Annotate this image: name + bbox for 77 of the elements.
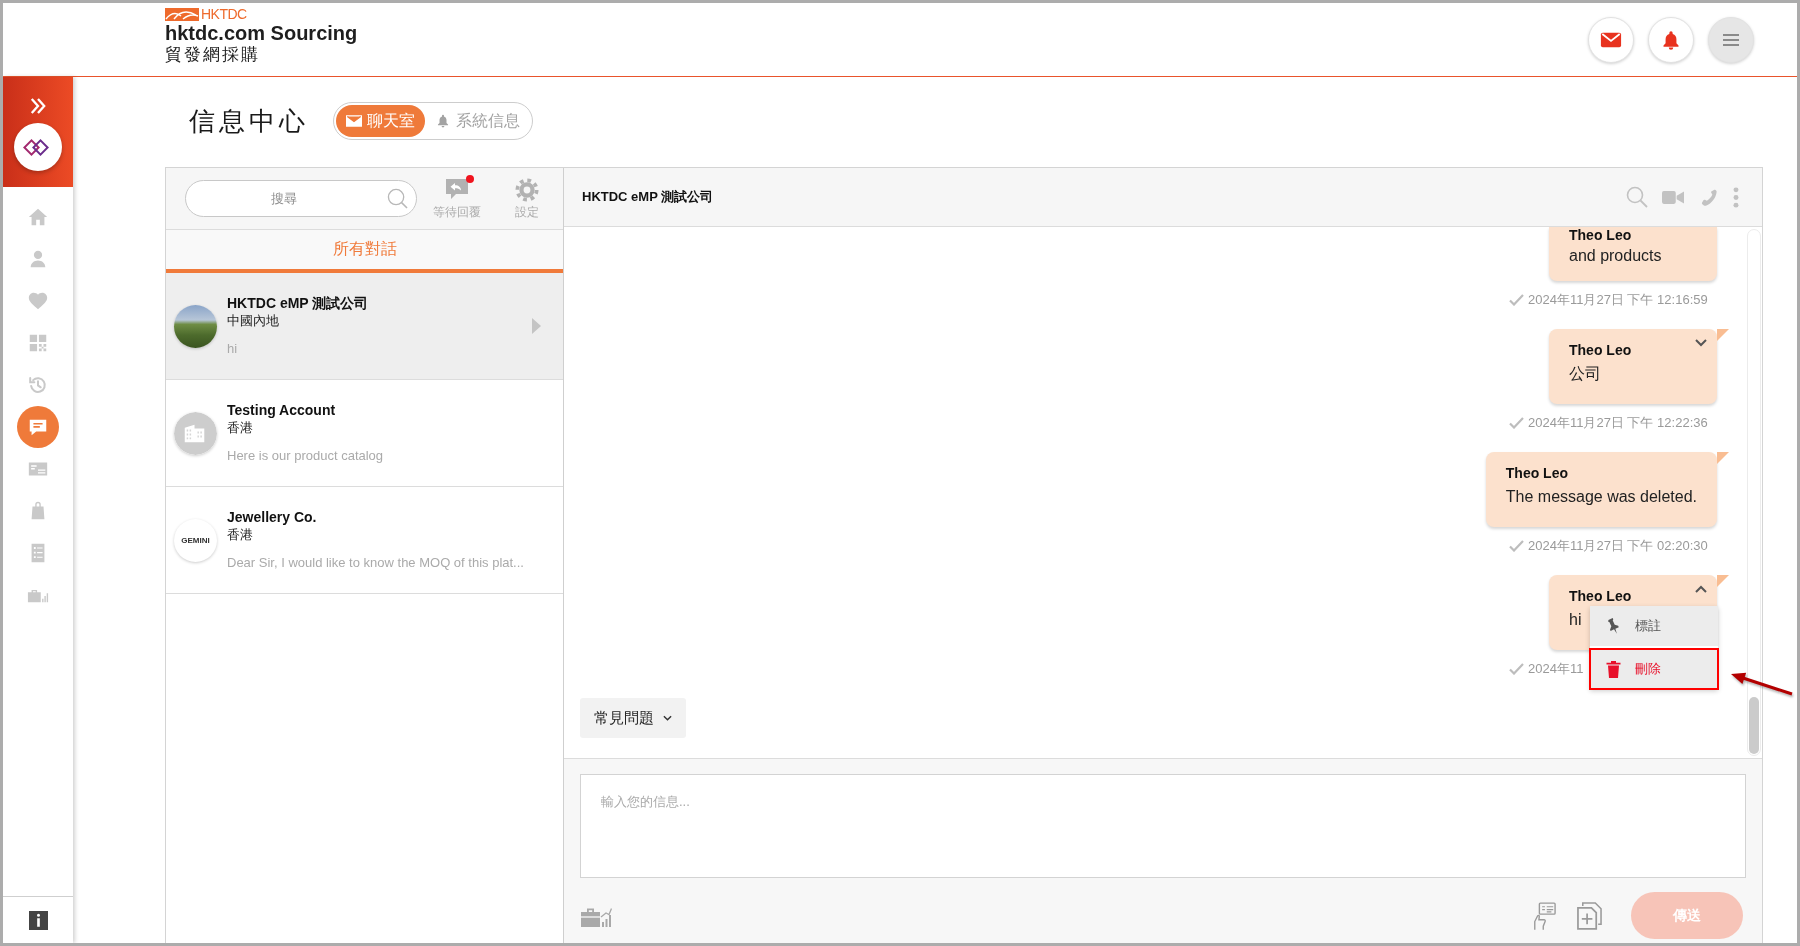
message-text: 公司 bbox=[1569, 364, 1601, 384]
pushpin-icon bbox=[1606, 617, 1621, 635]
copy-plus-icon bbox=[1577, 901, 1602, 930]
tab[interactable]: 聊天室 bbox=[336, 105, 425, 137]
contact-name: HKTDC eMP 測試公司 bbox=[227, 294, 369, 312]
history-icon bbox=[27, 374, 49, 396]
sender-name: Theo Leo bbox=[1569, 341, 1632, 359]
message-options-button[interactable] bbox=[1695, 585, 1707, 593]
message-timestamp: 2024年11 bbox=[1528, 660, 1584, 678]
building-avatar-icon bbox=[174, 411, 217, 455]
more-options-icon bbox=[1733, 186, 1739, 208]
search-button[interactable] bbox=[1626, 186, 1648, 208]
reply-bubble-icon bbox=[444, 178, 470, 202]
contact-name: Jewellery Co. bbox=[227, 508, 317, 526]
brand-wordmark: HKTDC bbox=[201, 7, 247, 22]
search-icon bbox=[1626, 186, 1648, 208]
contact-region: 中國內地 bbox=[227, 312, 279, 330]
heart-icon bbox=[27, 290, 49, 312]
message-text: and products bbox=[1569, 246, 1662, 266]
message-preview: Dear Sir, I would like to know the MOQ of this plat... bbox=[227, 554, 524, 572]
gear-icon bbox=[514, 178, 540, 202]
conversation-item[interactable]: HKTDC eMP 測試公司 中國內地 hi bbox=[166, 273, 563, 380]
menu-item[interactable]: 標註 bbox=[1590, 606, 1718, 646]
notifications-button[interactable] bbox=[1648, 16, 1694, 63]
info-icon bbox=[28, 910, 48, 930]
site-title: hktdc.com Sourcing bbox=[165, 22, 358, 45]
product-card-button[interactable] bbox=[1532, 900, 1556, 931]
scrollbar-thumb[interactable] bbox=[1749, 697, 1759, 754]
expand-button[interactable] bbox=[30, 96, 46, 116]
caret-right-icon bbox=[532, 318, 541, 334]
video-camera-icon bbox=[1662, 189, 1684, 205]
message-timestamp: 2024年11月27日 下午 12:16:59 bbox=[1528, 291, 1708, 309]
message-input[interactable]: 輸入您的信息... bbox=[580, 774, 1746, 878]
wave-logo-icon bbox=[165, 8, 199, 21]
filter-tab[interactable]: 所有對話 bbox=[166, 230, 563, 273]
sidebar-item[interactable] bbox=[17, 406, 59, 448]
chevron-down-icon bbox=[663, 715, 672, 721]
trash-icon bbox=[1606, 660, 1621, 678]
message-text: The message was deleted. bbox=[1505, 487, 1697, 507]
contact-name: Testing Account bbox=[227, 401, 336, 419]
message-preview: Here is our product catalog bbox=[227, 447, 384, 465]
photo-placeholder bbox=[174, 304, 217, 348]
message-text: hi bbox=[1569, 610, 1582, 630]
mail-button[interactable] bbox=[1588, 16, 1634, 63]
video-call-button[interactable] bbox=[1662, 189, 1684, 205]
sender-name: Theo Leo bbox=[1505, 464, 1568, 482]
more-options-button[interactable] bbox=[1733, 186, 1739, 208]
tab[interactable]: 系統信息 bbox=[425, 105, 530, 137]
page-title: 信息中心 bbox=[189, 106, 309, 136]
avatar-logo-text: GEMINI bbox=[181, 535, 210, 545]
menu-button[interactable] bbox=[1708, 16, 1754, 63]
message-timestamp: 2024年11月27日 下午 02:20:30 bbox=[1528, 537, 1708, 555]
home-icon bbox=[27, 206, 49, 228]
settings-button[interactable]: 設定 bbox=[499, 178, 555, 219]
hand-holding-card-icon bbox=[1532, 900, 1556, 931]
sender-name: Theo Leo bbox=[1569, 587, 1632, 605]
search-icon bbox=[387, 188, 408, 209]
double-chevron-icon bbox=[30, 96, 46, 116]
message-options-button[interactable] bbox=[1695, 339, 1707, 347]
qr-code-icon bbox=[27, 332, 49, 354]
faq-dropdown[interactable]: 常見問題 bbox=[580, 698, 686, 738]
chevron-up-icon bbox=[1695, 585, 1707, 593]
sender-name: Theo Leo bbox=[1569, 227, 1632, 243]
message-preview: hi bbox=[227, 340, 238, 358]
chevron-down-icon bbox=[1695, 339, 1707, 347]
menu-item[interactable]: 刪除 bbox=[1590, 649, 1718, 689]
add-document-button[interactable] bbox=[1577, 901, 1602, 930]
site-subtitle: 貿發網採購 bbox=[165, 45, 260, 65]
message-timestamp: 2024年11月27日 下午 12:22:36 bbox=[1528, 414, 1708, 432]
pending-replies-button[interactable]: 等待回覆 bbox=[429, 178, 485, 219]
contact-region: 香港 bbox=[227, 419, 253, 437]
info-button[interactable] bbox=[28, 910, 48, 930]
search-field[interactable]: 搜尋 bbox=[185, 180, 417, 217]
bell-icon bbox=[435, 114, 451, 128]
chat-title: HKTDC eMP 測試公司 bbox=[582, 188, 714, 206]
contact-region: 香港 bbox=[227, 526, 253, 544]
envelope-icon bbox=[346, 114, 362, 128]
